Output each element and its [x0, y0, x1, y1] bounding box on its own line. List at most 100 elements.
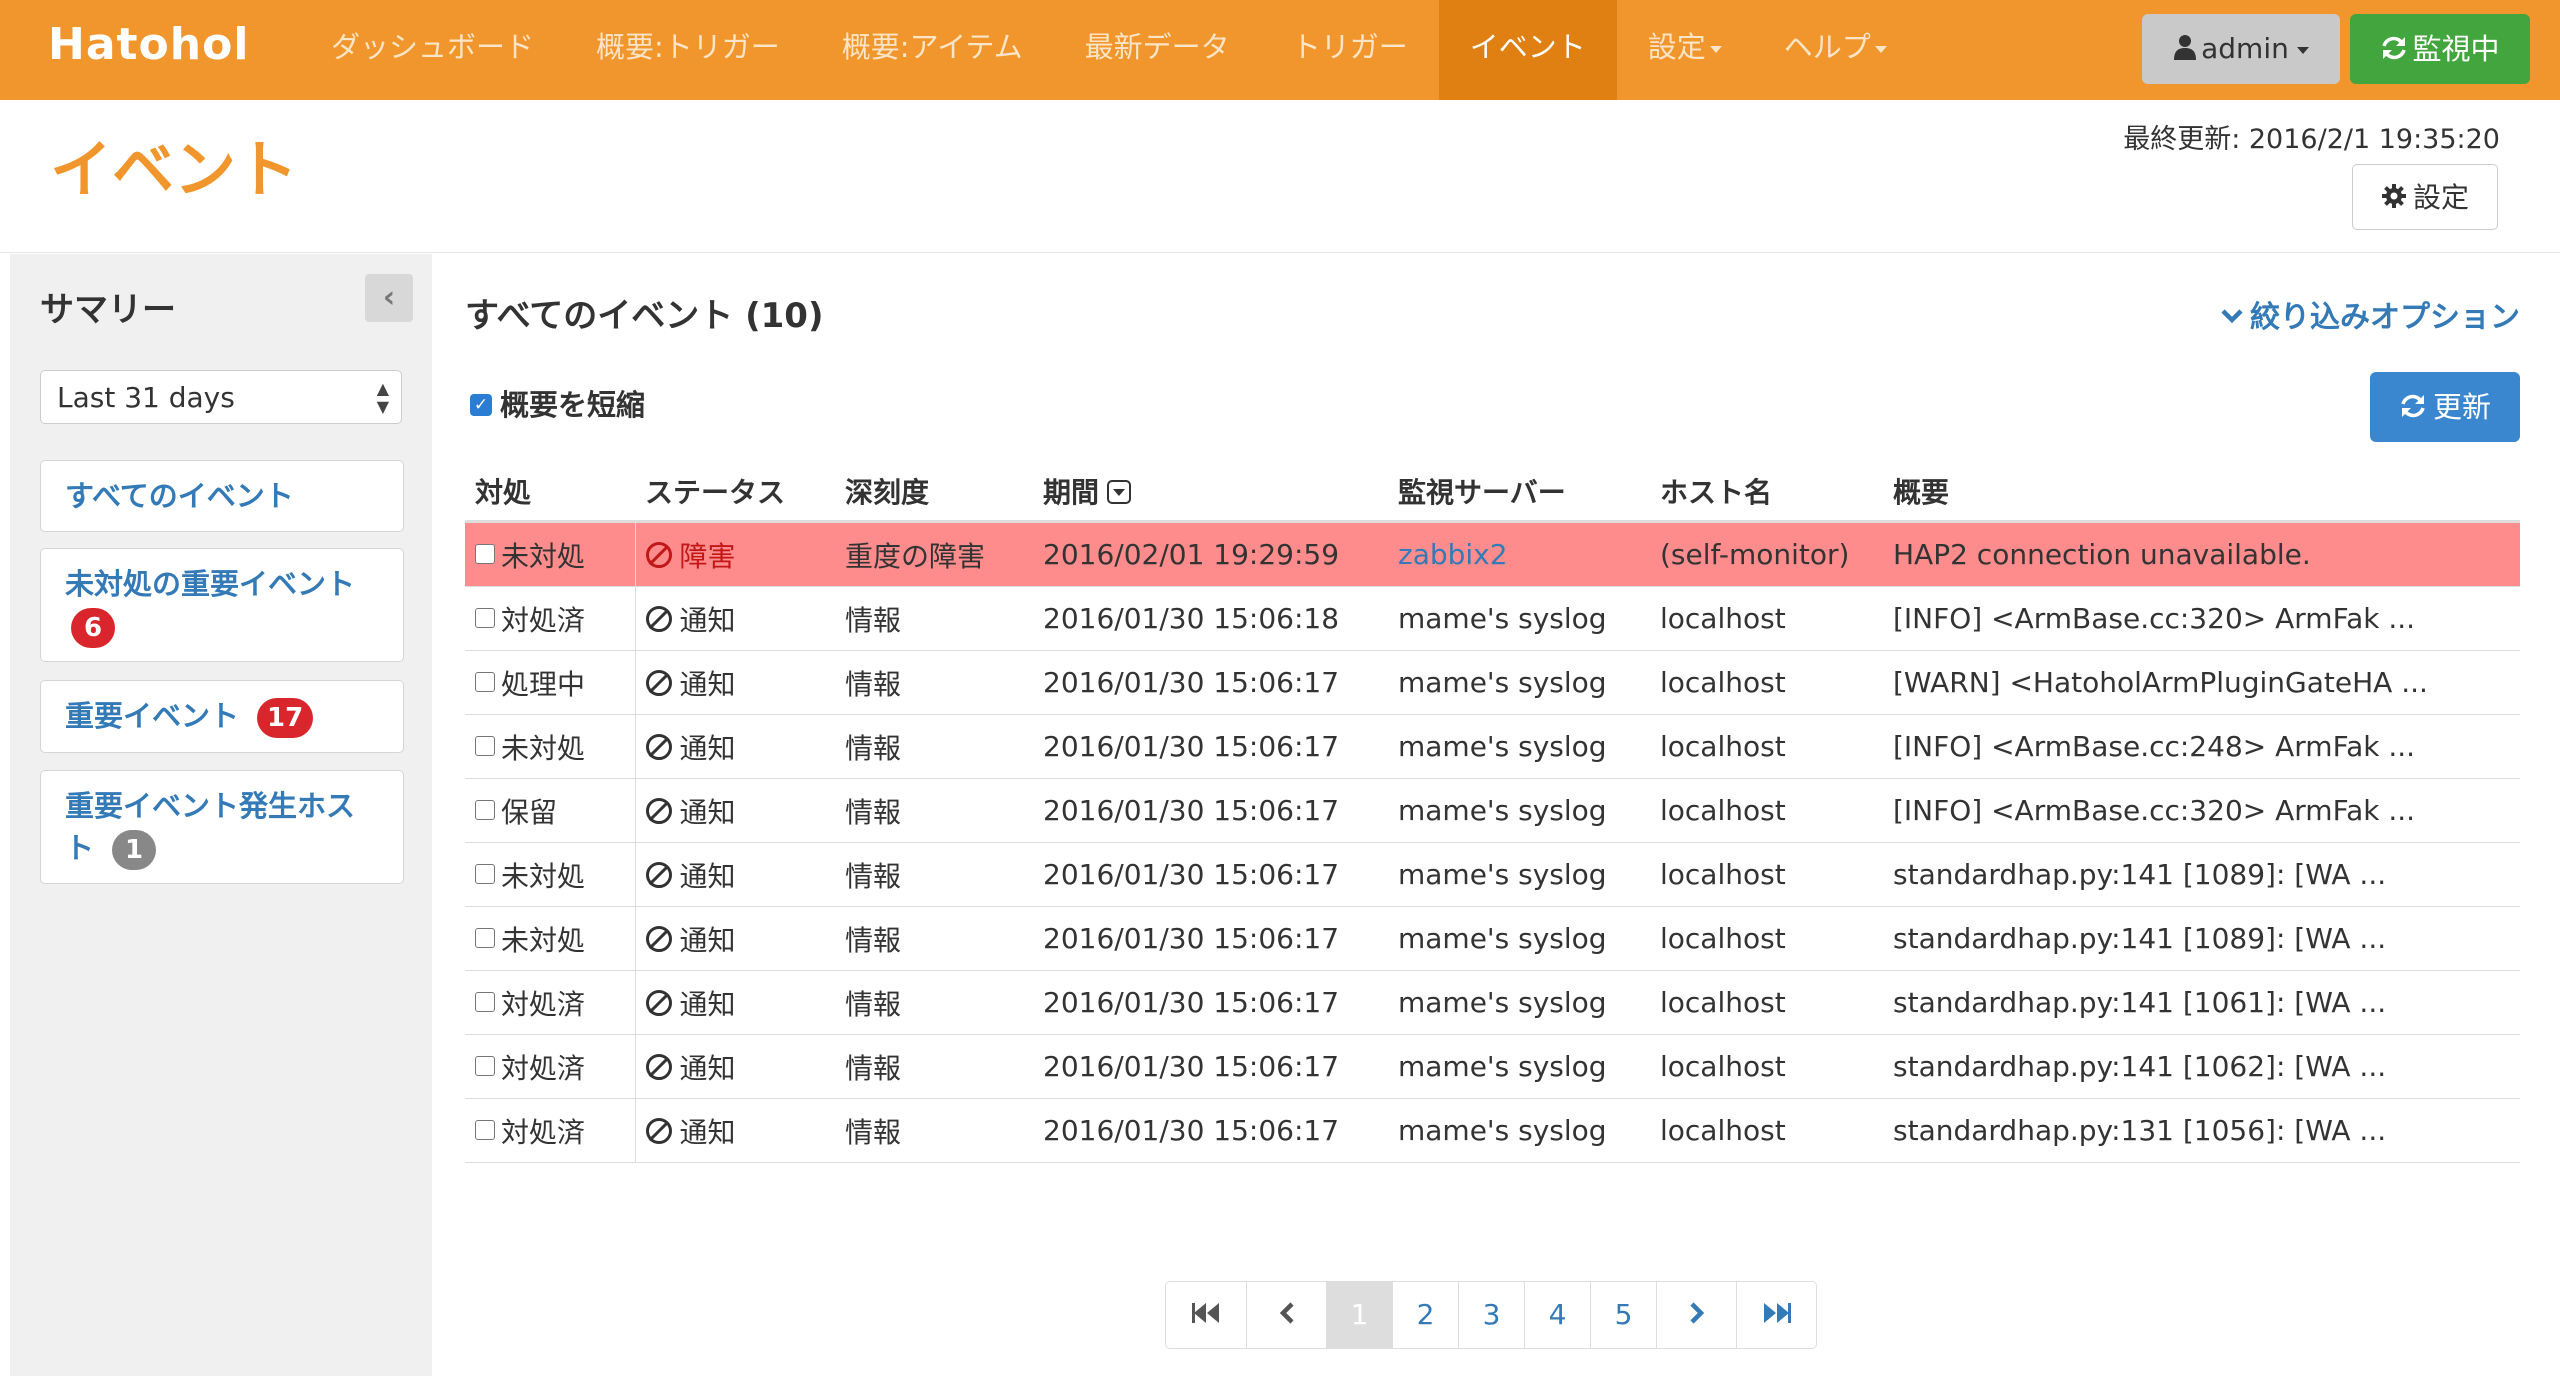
chevron-left-icon: ‹	[382, 280, 396, 315]
table-row[interactable]: 対処済 通知 情報 2016/01/30 15:06:18 mame's syslog l…	[465, 586, 2520, 651]
row-checkbox[interactable]	[475, 799, 495, 820]
cell-handling[interactable]: 対処済	[465, 586, 635, 651]
row-checkbox[interactable]	[475, 991, 495, 1012]
cell-handling[interactable]: 未対処	[465, 521, 635, 587]
row-checkbox[interactable]	[475, 927, 495, 948]
column-header-label: 期間	[1043, 476, 1100, 509]
sidebar-item-unhandled-important[interactable]: 未対処の重要イベント 6	[40, 548, 404, 662]
page-button-5[interactable]: 5	[1590, 1282, 1656, 1348]
column-header-summary[interactable]: 概要	[1883, 462, 2520, 523]
column-header-time[interactable]: 期間	[1033, 462, 1388, 523]
row-checkbox[interactable]	[475, 607, 495, 628]
cell-handling[interactable]: 未対処	[465, 714, 635, 779]
cell-handling[interactable]: 対処済	[465, 1098, 635, 1163]
cell-severity: 情報	[835, 778, 1033, 843]
cell-time: 2016/01/30 15:06:17	[1033, 842, 1388, 907]
cell-status: 通知	[634, 586, 835, 651]
row-checkbox[interactable]	[475, 863, 495, 884]
sidebar-item-important-events[interactable]: 重要イベント 17	[40, 680, 404, 753]
table-row[interactable]: 保留 通知 情報 2016/01/30 15:06:17 mame's syslog lo…	[465, 778, 2520, 843]
handling-status: 処理中	[501, 667, 586, 701]
table-row[interactable]: 処理中 通知 情報 2016/01/30 15:06:17 mame's syslog l…	[465, 650, 2520, 715]
nav-item-help[interactable]: ヘルプ	[1753, 0, 1918, 100]
status-label: 通知	[679, 1051, 736, 1085]
row-checkbox[interactable]	[475, 735, 495, 756]
nav-item-dashboard[interactable]: ダッシュボード	[300, 0, 565, 100]
cell-time: 2016/01/30 15:06:18	[1033, 586, 1388, 651]
next-page-button[interactable]	[1656, 1282, 1736, 1348]
ban-icon	[645, 1117, 672, 1144]
user-menu-button[interactable]: admin	[2142, 14, 2340, 84]
cell-time: 2016/01/30 15:06:17	[1033, 714, 1388, 779]
nav-item-trigger[interactable]: トリガー	[1261, 0, 1439, 100]
page-settings-button[interactable]: 設定	[2352, 164, 2498, 230]
cell-handling[interactable]: 処理中	[465, 650, 635, 715]
nav-item-label: 設定	[1647, 30, 1706, 64]
table-row[interactable]: 未対処 通知 情報 2016/01/30 15:06:17 mame's syslog l…	[465, 906, 2520, 971]
server-name: mame's syslog	[1398, 730, 1607, 763]
cell-severity: 重度の障害	[835, 521, 1033, 587]
row-checkbox[interactable]	[475, 1119, 495, 1140]
first-page-icon	[1192, 1303, 1219, 1323]
page-button-4[interactable]: 4	[1524, 1282, 1590, 1348]
cell-handling[interactable]: 対処済	[465, 970, 635, 1035]
table-row[interactable]: 対処済 通知 情報 2016/01/30 15:06:17 mame's syslog l…	[465, 1034, 2520, 1099]
table-row[interactable]: 対処済 通知 情報 2016/01/30 15:06:17 mame's syslog l…	[465, 970, 2520, 1035]
refresh-button[interactable]: 更新	[2370, 372, 2520, 442]
nav-item-overview-trigger[interactable]: 概要:トリガー	[565, 0, 811, 100]
sidebar-collapse-button[interactable]: ‹	[365, 274, 413, 322]
cell-host: localhost	[1650, 906, 1883, 971]
nav-item-settings[interactable]: 設定	[1617, 0, 1753, 100]
brand-logo[interactable]: Hatohol	[48, 14, 249, 76]
first-page-button[interactable]	[1166, 1282, 1246, 1348]
column-header-host[interactable]: ホスト名	[1650, 462, 1883, 523]
cell-severity: 情報	[835, 970, 1033, 1035]
monitoring-button[interactable]: 監視中	[2350, 14, 2530, 84]
row-checkbox[interactable]	[475, 671, 495, 692]
cell-server: mame's syslog	[1388, 1034, 1650, 1099]
handling-status: 未対処	[501, 859, 586, 893]
server-name[interactable]: zabbix2	[1398, 538, 1508, 571]
table-row[interactable]: 未対処 障害 重度の障害 2016/02/01 19:29:59 zabbix2 (sel…	[465, 521, 2520, 587]
nav-item-latest-data[interactable]: 最新データ	[1054, 0, 1261, 100]
last-update-text: 最終更新: 2016/2/1 19:35:20	[2123, 124, 2500, 155]
prev-page-button[interactable]	[1246, 1282, 1326, 1348]
cell-server: mame's syslog	[1388, 842, 1650, 907]
sort-descending-icon[interactable]	[1107, 480, 1132, 504]
page-button-3[interactable]: 3	[1458, 1282, 1524, 1348]
cell-status: 通知	[634, 970, 835, 1035]
row-checkbox[interactable]	[475, 1055, 495, 1076]
table-row[interactable]: 対処済 通知 情報 2016/01/30 15:06:17 mame's syslog l…	[465, 1098, 2520, 1163]
table-row[interactable]: 未対処 通知 情報 2016/01/30 15:06:17 mame's syslog l…	[465, 714, 2520, 779]
filter-options-toggle[interactable]: 絞り込みオプション	[2220, 292, 2520, 336]
compact-summary-checkbox[interactable]: ✓ 概要を短縮	[470, 385, 645, 425]
cell-handling[interactable]: 未対処	[465, 842, 635, 907]
table-row[interactable]: 未対処 通知 情報 2016/01/30 15:06:17 mame's syslog l…	[465, 842, 2520, 907]
cell-summary: HAP2 connection unavailable.	[1883, 521, 2520, 587]
nav-item-events[interactable]: イベント	[1438, 0, 1617, 100]
cell-time: 2016/01/30 15:06:17	[1033, 970, 1388, 1035]
page-button-2[interactable]: 2	[1392, 1282, 1458, 1348]
cell-time: 2016/01/30 15:06:17	[1033, 1098, 1388, 1163]
column-header-handling[interactable]: 対処	[465, 462, 635, 523]
cell-handling[interactable]: 対処済	[465, 1034, 635, 1099]
column-header-server[interactable]: 監視サーバー	[1388, 462, 1650, 523]
cell-status: 通知	[634, 906, 835, 971]
row-checkbox[interactable]	[475, 543, 495, 564]
status-label: 通知	[679, 859, 736, 893]
ban-icon	[645, 925, 672, 952]
nav-item-overview-item[interactable]: 概要:アイテム	[811, 0, 1054, 100]
sidebar-item-important-hosts[interactable]: 重要イベント発生ホスト 1	[40, 770, 404, 884]
cell-handling[interactable]: 保留	[465, 778, 635, 843]
cell-summary: standardhap.py:131 [1056]: [WA ...	[1883, 1098, 2520, 1163]
column-header-status[interactable]: ステータス	[635, 462, 835, 523]
column-header-severity[interactable]: 深刻度	[835, 462, 1033, 523]
cell-server[interactable]: zabbix2	[1388, 521, 1650, 587]
cell-status: 通知	[634, 650, 835, 715]
cell-time: 2016/01/30 15:06:17	[1033, 650, 1388, 715]
sidebar-item-all-events[interactable]: すべてのイベント	[40, 460, 404, 532]
last-page-button[interactable]	[1736, 1282, 1816, 1348]
period-select[interactable]: Last 31 days ▲ ▼	[40, 370, 402, 424]
page-button-1[interactable]: 1	[1326, 1282, 1392, 1348]
cell-handling[interactable]: 未対処	[465, 906, 635, 971]
